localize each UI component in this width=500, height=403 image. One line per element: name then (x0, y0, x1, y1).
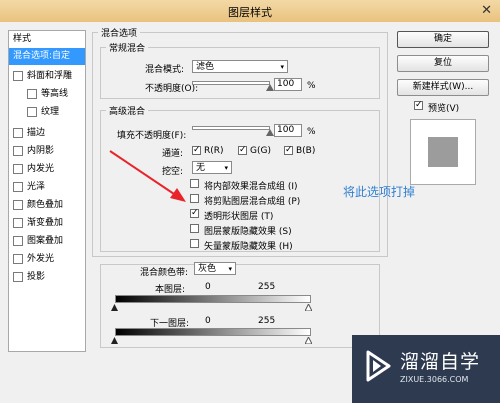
play-logo-icon (366, 350, 391, 382)
underlying-layer-black-stop[interactable] (111, 337, 118, 344)
reset-button[interactable]: 复位 (397, 55, 489, 72)
this-layer-white-stop[interactable] (305, 304, 312, 311)
underlying-layer-max: 255 (258, 316, 276, 326)
this-layer-label: 本图层: (155, 285, 186, 295)
new-style-button[interactable]: 新建样式(W)... (397, 79, 489, 96)
annotation-text: 将此选项打掉 (343, 185, 416, 199)
preview-label: 预览(V) (428, 104, 460, 114)
underlying-layer-white-stop[interactable] (305, 337, 312, 344)
underlying-layer-gradient[interactable] (115, 328, 311, 336)
this-layer-max: 255 (258, 282, 276, 292)
arrow-head (170, 188, 186, 202)
watermark-url: ZIXUE.3066.COM (400, 375, 469, 384)
title-bar: 图层样式 ✕ (0, 0, 500, 23)
arrow-shaft (109, 150, 181, 199)
this-layer-min: 0 (205, 282, 211, 292)
chevron-down-icon: ▾ (228, 265, 232, 273)
ok-button[interactable]: 确定 (397, 31, 489, 48)
blend-if-select[interactable]: 灰色 ▾ (194, 262, 236, 275)
watermark-logo: 溜溜自学 ZIXUE.3066.COM (352, 335, 500, 403)
this-layer-gradient[interactable] (115, 295, 311, 303)
preview-swatch-fill (428, 137, 458, 167)
this-layer-black-stop[interactable] (111, 304, 118, 311)
window-title: 图层样式 (228, 6, 272, 19)
blend-if-value: 灰色 (198, 264, 217, 274)
preview-checkbox[interactable]: ✓ (414, 101, 423, 110)
layer-style-dialog: 样式 混合选项:自定 斜面和浮雕 等高线 纹理 描边 内阴影 内发光 光泽 颜色… (0, 22, 500, 403)
style-preview-swatch (410, 119, 476, 185)
blend-if-label: 混合颜色带: (140, 268, 189, 278)
underlying-layer-min: 0 (205, 316, 211, 326)
watermark-brand: 溜溜自学 (400, 351, 481, 373)
close-icon[interactable]: ✕ (481, 3, 492, 18)
